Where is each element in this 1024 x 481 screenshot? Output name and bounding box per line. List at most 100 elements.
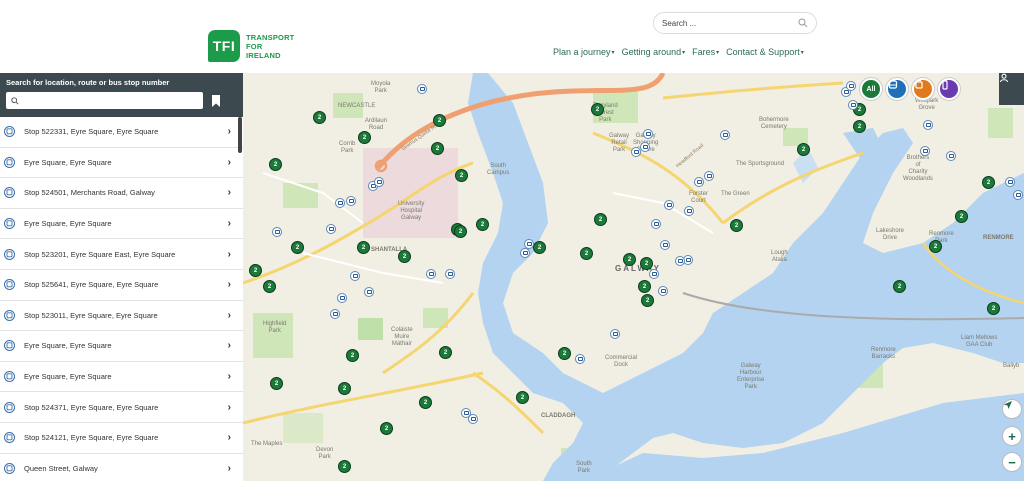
stop-cluster-marker[interactable]: 2 (269, 158, 282, 171)
bus-stop-marker[interactable] (326, 224, 336, 234)
stop-cluster-marker[interactable]: 2 (638, 280, 651, 293)
stop-cluster-marker[interactable]: 2 (270, 377, 283, 390)
location-search-field[interactable] (6, 92, 203, 109)
stop-cluster-marker[interactable]: 2 (533, 241, 546, 254)
stop-cluster-marker[interactable]: 2 (338, 460, 351, 473)
bus-stop-marker[interactable] (946, 151, 956, 161)
stop-cluster-marker[interactable]: 2 (623, 253, 636, 266)
site-search[interactable] (653, 12, 817, 34)
location-search-input[interactable] (19, 97, 203, 104)
stop-cluster-marker[interactable]: 2 (291, 241, 304, 254)
stop-cluster-marker[interactable]: 2 (893, 280, 906, 293)
stop-cluster-marker[interactable]: 2 (313, 111, 326, 124)
bus-stop-marker[interactable] (337, 293, 347, 303)
stop-cluster-marker[interactable]: 2 (454, 225, 467, 238)
stop-cluster-marker[interactable]: 2 (929, 240, 942, 253)
account-button[interactable] (999, 73, 1024, 105)
bus-stop-marker[interactable] (1013, 190, 1023, 200)
bus-stop-marker[interactable] (520, 248, 530, 258)
stop-cluster-marker[interactable]: 2 (357, 241, 370, 254)
bus-stop-marker[interactable] (664, 200, 674, 210)
bus-stop-marker[interactable] (346, 196, 356, 206)
bus-stop-marker[interactable] (651, 219, 661, 229)
stop-cluster-marker[interactable]: 2 (346, 349, 359, 362)
bus-stop-marker[interactable] (640, 142, 650, 152)
stop-cluster-marker[interactable]: 2 (516, 391, 529, 404)
bus-stop-marker[interactable] (920, 146, 930, 156)
nav-fares[interactable]: Fares ▾ (692, 47, 719, 57)
nav-plan-journey[interactable]: Plan a journey ▾ (553, 47, 615, 57)
bus-stop-marker[interactable] (575, 354, 585, 364)
stop-cluster-marker[interactable]: 2 (580, 247, 593, 260)
stop-cluster-marker[interactable]: 2 (439, 346, 452, 359)
filter-tram-button[interactable] (912, 78, 934, 100)
results-scrollbar[interactable] (238, 117, 242, 153)
bus-stop-marker[interactable] (658, 286, 668, 296)
bus-stop-marker[interactable] (374, 177, 384, 187)
stop-cluster-marker[interactable]: 2 (640, 257, 653, 270)
bus-stop-marker[interactable] (720, 130, 730, 140)
bus-stop-marker[interactable] (417, 84, 427, 94)
stop-cluster-marker[interactable]: 2 (358, 131, 371, 144)
stop-cluster-marker[interactable]: 2 (982, 176, 995, 189)
bus-stop-marker[interactable] (364, 287, 374, 297)
result-item[interactable]: Eyre Square, Eyre Square › (0, 362, 243, 393)
bus-stop-marker[interactable] (643, 129, 653, 139)
bus-stop-marker[interactable] (350, 271, 360, 281)
stop-cluster-marker[interactable]: 2 (249, 264, 262, 277)
bus-stop-marker[interactable] (330, 309, 340, 319)
bus-stop-marker[interactable] (923, 120, 933, 130)
nav-getting-around[interactable]: Getting around ▾ (622, 47, 686, 57)
stop-cluster-marker[interactable]: 2 (263, 280, 276, 293)
result-item[interactable]: Stop 522331, Eyre Square, Eyre Square › (0, 117, 243, 148)
bus-stop-marker[interactable] (649, 269, 659, 279)
bus-stop-marker[interactable] (610, 329, 620, 339)
result-item[interactable]: Eyre Square, Eyre Square › (0, 209, 243, 240)
bus-stop-marker[interactable] (631, 147, 641, 157)
bus-stop-marker[interactable] (684, 206, 694, 216)
map-view[interactable]: NEWCASTLE Moyola Park Ardilaun Road Corr… (243, 73, 1024, 481)
result-item[interactable]: Stop 525641, Eyre Square, Eyre Square › (0, 270, 243, 301)
nav-contact-support[interactable]: Contact & Support ▾ (726, 47, 804, 57)
result-item[interactable]: Stop 524371, Eyre Square, Eyre Square › (0, 392, 243, 423)
site-search-input[interactable] (662, 18, 798, 28)
bus-stop-marker[interactable] (675, 256, 685, 266)
locate-me-button[interactable] (1002, 399, 1022, 419)
stop-cluster-marker[interactable]: 2 (380, 422, 393, 435)
bus-stop-marker[interactable] (335, 198, 345, 208)
result-item[interactable]: Eyre Square, Eyre Square › (0, 331, 243, 362)
result-item[interactable]: Stop 524501, Merchants Road, Galway › (0, 178, 243, 209)
result-item[interactable]: Eyre Square, Eyre Square › (0, 148, 243, 179)
bus-stop-marker[interactable] (445, 269, 455, 279)
zoom-in-button[interactable]: + (1002, 426, 1022, 446)
bus-stop-marker[interactable] (660, 240, 670, 250)
bus-stop-marker[interactable] (704, 171, 714, 181)
stop-cluster-marker[interactable]: 2 (730, 219, 743, 232)
filter-bus-button[interactable] (886, 78, 908, 100)
stop-cluster-marker[interactable]: 2 (641, 294, 654, 307)
stop-cluster-marker[interactable]: 2 (591, 103, 604, 116)
stop-cluster-marker[interactable]: 2 (431, 142, 444, 155)
stop-cluster-marker[interactable]: 2 (955, 210, 968, 223)
stop-cluster-marker[interactable]: 2 (338, 382, 351, 395)
tfi-logo[interactable]: TFI TRANSPORT FOR IRELAND (208, 30, 294, 62)
stop-cluster-marker[interactable]: 2 (594, 213, 607, 226)
stop-cluster-marker[interactable]: 2 (455, 169, 468, 182)
bookmark-icon[interactable] (211, 94, 221, 107)
stop-cluster-marker[interactable]: 2 (987, 302, 1000, 315)
stop-cluster-marker[interactable]: 2 (398, 250, 411, 263)
filter-phone-button[interactable] (938, 78, 960, 100)
bus-stop-marker[interactable] (272, 227, 282, 237)
stop-cluster-marker[interactable]: 2 (419, 396, 432, 409)
stop-cluster-marker[interactable]: 2 (797, 143, 810, 156)
stop-cluster-marker[interactable]: 2 (476, 218, 489, 231)
result-item[interactable]: Stop 524121, Eyre Square, Eyre Square › (0, 423, 243, 454)
bus-stop-marker[interactable] (1005, 177, 1015, 187)
filter-all-button[interactable]: All (860, 78, 882, 100)
stop-cluster-marker[interactable]: 2 (853, 120, 866, 133)
bus-stop-marker[interactable] (426, 269, 436, 279)
result-item[interactable]: Stop 523201, Eyre Square East, Eyre Squa… (0, 239, 243, 270)
bus-stop-marker[interactable] (694, 177, 704, 187)
zoom-out-button[interactable]: − (1002, 452, 1022, 472)
stop-cluster-marker[interactable]: 2 (558, 347, 571, 360)
